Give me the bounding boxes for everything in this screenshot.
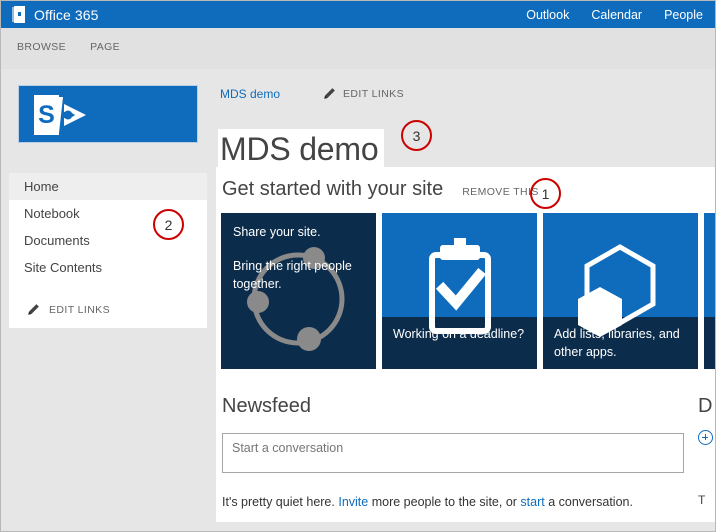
clipboard-check-icon — [429, 238, 491, 334]
edit-links-top-label: EDIT LINKS — [343, 87, 404, 100]
quiet-mid: more people to the site, or — [368, 495, 521, 509]
tile-share-line2: Bring the right people together. — [233, 259, 352, 291]
get-started-tiles: Share your site. Bring the right people … — [221, 213, 715, 369]
newsfeed-webpart: Newsfeed It's pretty quiet here. Invite … — [222, 395, 688, 509]
office365-suite-bar: Office 365 Outlook Calendar People — [1, 1, 715, 28]
left-navigation: Home Notebook Documents Site Contents ED… — [9, 173, 207, 328]
ribbon-bar: BROWSE PAGE — [1, 28, 715, 69]
pencil-icon — [324, 88, 335, 99]
ribbon-tab-list: BROWSE PAGE — [17, 41, 120, 53]
sidebar-item-label: Documents — [24, 233, 90, 248]
office-logo-icon — [12, 6, 27, 23]
tile-clipped[interactable]: W — [704, 213, 715, 369]
annotation-marker-3: 3 — [401, 120, 432, 151]
annotation-marker-1: 1 — [530, 178, 561, 209]
invite-link[interactable]: Invite — [338, 495, 368, 509]
get-started-header: Get started with your site REMOVE THIS — [222, 178, 539, 201]
documents-title: D — [698, 395, 713, 417]
get-started-title: Get started with your site — [222, 178, 444, 200]
new-document-link[interactable] — [698, 430, 715, 445]
tile-clipped-band: W — [704, 317, 715, 369]
breadcrumb[interactable]: MDS demo — [220, 87, 280, 101]
office365-brand[interactable]: Office 365 — [1, 1, 99, 28]
hexagon-app-icon — [578, 244, 656, 337]
suite-link-people[interactable]: People — [664, 8, 703, 22]
sidebar-item-site-contents[interactable]: Site Contents — [9, 254, 207, 281]
start-conversation-link[interactable]: start — [520, 495, 544, 509]
pencil-icon — [28, 304, 39, 315]
tile-add-lists-libraries-apps[interactable]: Add lists, libraries, and other apps. — [543, 213, 698, 369]
edit-links-nav-label: EDIT LINKS — [49, 303, 110, 316]
annotation-marker-2: 2 — [153, 209, 184, 240]
documents-column-header: T — [698, 493, 706, 507]
sharepoint-logo-icon: S — [34, 95, 90, 135]
edit-links-top[interactable]: EDIT LINKS — [323, 87, 404, 100]
office365-brand-label: Office 365 — [34, 6, 99, 23]
sharepoint-site-page: Office 365 Outlook Calendar People BROWS… — [0, 0, 716, 532]
page-title: MDS demo — [218, 129, 385, 173]
tile-share-your-site[interactable]: Share your site. Bring the right people … — [221, 213, 376, 369]
newsfeed-title: Newsfeed — [222, 395, 311, 417]
edit-links-nav[interactable]: EDIT LINKS — [27, 303, 110, 316]
documents-webpart: D T — [698, 395, 715, 507]
tile-share-line1: Share your site. — [233, 225, 321, 239]
quiet-suffix: a conversation. — [544, 495, 633, 509]
remove-this-link[interactable]: REMOVE THIS — [462, 186, 539, 198]
sidebar-item-label: Site Contents — [24, 260, 103, 275]
tile-working-on-a-deadline[interactable]: Working on a deadline? — [382, 213, 537, 369]
main-content: Get started with your site REMOVE THIS S… — [216, 167, 715, 522]
tile-share-text: Share your site. Bring the right people … — [233, 223, 366, 293]
start-conversation-input[interactable] — [222, 433, 684, 473]
sidebar-item-label: Home — [24, 179, 59, 194]
sidebar-item-home[interactable]: Home — [9, 173, 207, 200]
suite-link-outlook[interactable]: Outlook — [526, 8, 569, 22]
share-glyph-icon — [63, 104, 86, 126]
quiet-prefix: It's pretty quiet here. — [222, 495, 339, 509]
ribbon-tab-page[interactable]: PAGE — [90, 41, 120, 53]
suite-link-calendar[interactable]: Calendar — [591, 8, 642, 22]
sidebar-item-label: Notebook — [24, 206, 80, 221]
newsfeed-empty-message: It's pretty quiet here. Invite more peop… — [222, 495, 688, 509]
ribbon-tab-browse[interactable]: BROWSE — [17, 41, 66, 53]
suite-bar-links: Outlook Calendar People — [526, 8, 715, 22]
plus-circle-icon — [698, 430, 713, 445]
site-logo[interactable]: S — [18, 85, 198, 143]
